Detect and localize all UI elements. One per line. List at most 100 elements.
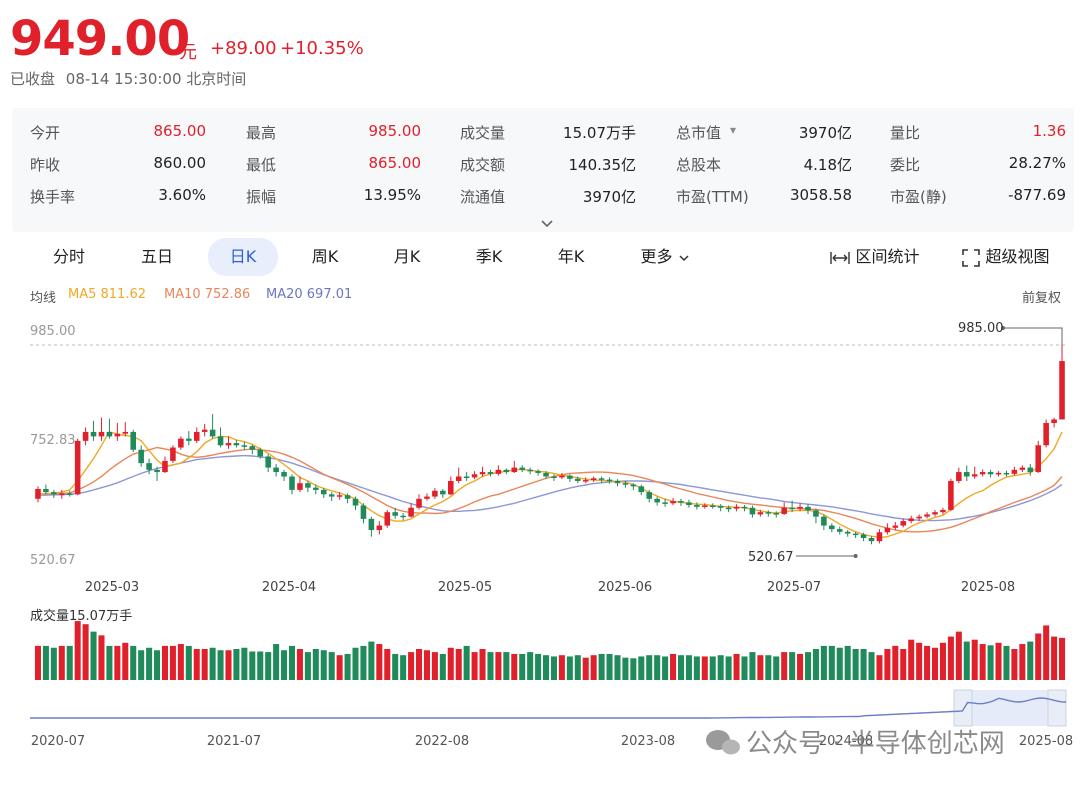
volume-bar <box>416 649 422 680</box>
volume-bar <box>194 649 200 680</box>
tab-quarterly-k[interactable]: 季K <box>454 238 524 276</box>
candle-body <box>242 445 248 447</box>
tab-yearly-k[interactable]: 年K <box>536 238 606 276</box>
volume-bar <box>51 648 57 680</box>
quote-value: 3970亿 <box>583 186 636 207</box>
candle-body <box>956 472 962 481</box>
volume-bar <box>853 649 859 680</box>
candle-body <box>885 528 891 532</box>
candle-body <box>710 505 716 507</box>
volume-bar <box>607 654 613 680</box>
candle-body <box>559 476 565 478</box>
volume-bar <box>821 646 827 680</box>
candle-body <box>567 476 573 479</box>
candle-body <box>424 497 430 499</box>
volume-label: 成交量15.07万手 <box>30 608 132 624</box>
candle-body <box>535 471 541 473</box>
dropdown-caret-icon[interactable]: ▾ <box>730 123 736 137</box>
volume-bar <box>218 650 224 680</box>
range-arrows-icon <box>830 251 850 265</box>
candle-body <box>369 519 375 530</box>
volume-bar <box>202 649 208 680</box>
candle-body <box>361 505 367 518</box>
volume-bar <box>106 646 112 680</box>
volume-bar <box>567 656 573 680</box>
tab-more[interactable]: 更多 <box>630 238 700 276</box>
candle-body <box>607 480 613 482</box>
quote-label[interactable]: 总市值 <box>676 122 721 143</box>
wechat-icon-secondary <box>722 740 740 755</box>
super-view-button[interactable]: 超级视图 <box>954 238 1058 276</box>
volume-bar <box>1019 644 1025 680</box>
candle-body <box>305 483 311 487</box>
candle-body <box>789 508 795 510</box>
volume-bar <box>337 655 343 680</box>
super-view-label: 超级视图 <box>986 247 1050 266</box>
status-time: 08-14 15:30:00 北京时间 <box>66 70 247 88</box>
volume-bar <box>940 643 946 680</box>
volume-bar <box>988 645 994 680</box>
volume-bar <box>146 648 152 680</box>
candle-body <box>83 432 89 441</box>
candlestick-chart[interactable]: 985.00752.83520.67985.00520.672025-03202… <box>0 300 1080 786</box>
volume-bar <box>948 637 954 680</box>
volume-bar <box>281 650 287 680</box>
tab-weekly-k[interactable]: 周K <box>290 238 360 276</box>
candle-body <box>416 499 422 508</box>
volume-bar <box>908 640 914 680</box>
tab-intraday[interactable]: 分时 <box>34 238 104 276</box>
volume-bar <box>726 656 732 680</box>
chevron-down-icon <box>540 219 554 229</box>
period-tabs: 分时 五日 日K 周K 月K 季K 年K 更多 区间统计 超级视图 <box>0 238 1080 278</box>
candle-body <box>297 483 303 490</box>
volume-bar <box>241 648 247 680</box>
candle-body <box>448 481 454 494</box>
quote-value: 3.60% <box>158 186 206 204</box>
quote-value: 860.00 <box>154 154 207 172</box>
candle-body <box>861 534 867 538</box>
candle-body <box>551 477 557 479</box>
candle-body <box>202 430 208 432</box>
volume-bar <box>741 656 747 680</box>
interval-stat-button[interactable]: 区间统计 <box>820 238 930 276</box>
volume-bar <box>487 652 493 680</box>
volume-bar <box>829 646 835 680</box>
volume-bar <box>257 651 263 680</box>
quote-label: 量比 <box>890 122 920 143</box>
volume-bar <box>980 644 986 680</box>
tab-daily-k[interactable]: 日K <box>208 238 278 276</box>
candle-body <box>924 514 930 516</box>
candle-body <box>115 434 121 437</box>
overview-left-handle[interactable] <box>954 690 972 726</box>
overview-right-handle[interactable] <box>1048 690 1066 726</box>
overview-tick-label: 2020-07 <box>31 734 85 749</box>
volume-bar <box>464 646 470 680</box>
overview-line <box>30 698 1066 718</box>
volume-bar <box>1035 634 1041 681</box>
candle-body <box>1051 419 1057 423</box>
status-text: 已收盘 <box>10 70 55 88</box>
volume-bar <box>527 652 533 680</box>
ma5-line <box>38 432 1062 538</box>
candle-body <box>1020 468 1026 470</box>
volume-bar <box>1003 646 1009 680</box>
price-unit: 元 <box>179 38 197 64</box>
volume-bar <box>249 651 255 680</box>
watermark-text: 公众号 · 半导体创芯网 <box>746 729 1005 759</box>
quote-label: 最高 <box>246 122 276 143</box>
volume-bar <box>805 652 811 680</box>
volume-bar <box>265 652 271 680</box>
candle-body <box>845 532 851 534</box>
volume-bar <box>305 652 311 680</box>
candle-body <box>702 505 708 507</box>
quote-value: 140.35亿 <box>569 154 637 175</box>
x-tick-label: 2025-03 <box>85 580 139 595</box>
volume-bar <box>559 655 565 680</box>
tab-five-day[interactable]: 五日 <box>122 238 192 276</box>
volume-bar <box>43 646 49 680</box>
candle-body <box>107 432 113 436</box>
tab-monthly-k[interactable]: 月K <box>372 238 442 276</box>
expand-quote-button[interactable] <box>540 214 556 228</box>
volume-bar <box>456 649 462 680</box>
quote-value: 13.95% <box>364 186 421 204</box>
